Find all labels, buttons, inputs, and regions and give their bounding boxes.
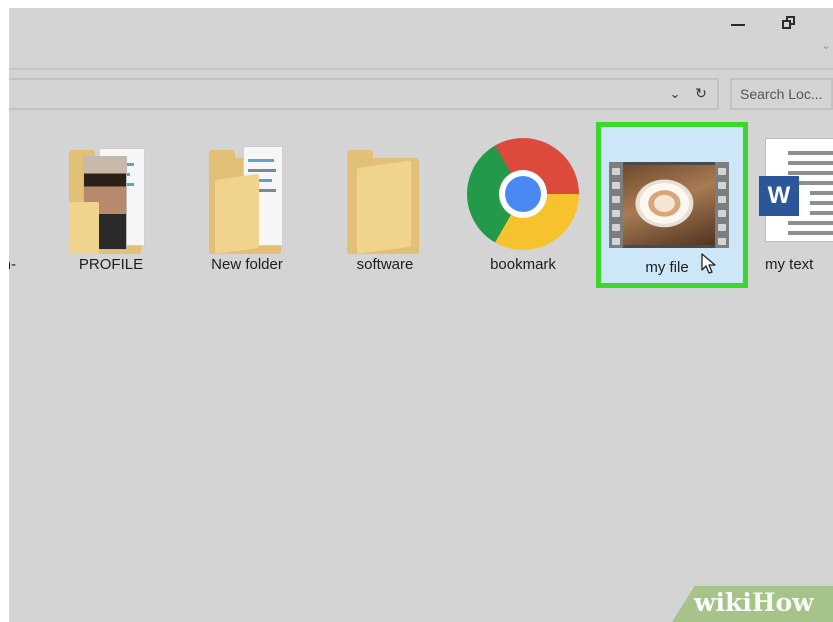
coffee-cup-image [623,165,715,245]
address-dropdown-icon[interactable]: ⌄ [665,86,685,104]
refresh-icon[interactable]: ↻ [691,85,711,105]
video-thumbnail-icon [609,162,729,248]
mouse-pointer-icon [701,253,716,274]
file-label: software [356,256,414,273]
document-item-my-text[interactable]: W my text [751,120,833,290]
divider [9,68,833,70]
watermark-wiki: wiki [694,588,752,617]
restore-button[interactable] [765,8,811,38]
chrome-icon [467,138,579,250]
folder-item-new-folder[interactable]: New folder [177,120,317,290]
file-label: bookmark [490,256,556,273]
wikihow-watermark: wikiHow [672,586,833,622]
video-item-my-file[interactable]: my file [596,122,748,288]
title-bar: ⌄ [9,8,833,64]
watermark-logo: wikiHow [694,588,814,617]
file-explorer-window: ⌄ ⌄ ↻ Search Loc... n- PROFILE [9,8,833,622]
file-label: New folder [211,256,283,273]
file-label: PROFILE [78,256,144,273]
folder-item-software[interactable]: software [315,120,455,290]
minimize-icon [731,24,745,26]
search-input[interactable]: Search Loc... [730,78,833,110]
restore-icon-front [782,20,791,29]
address-bar[interactable]: ⌄ ↻ [9,78,719,110]
file-label: my text [765,256,814,273]
folder-item-profile[interactable]: PROFILE [41,120,181,290]
ribbon-expand-chevron-icon[interactable]: ⌄ [821,38,831,52]
file-label: my file [645,259,689,276]
watermark-how: How [751,588,814,617]
word-logo-icon: W [759,176,799,216]
minimize-button[interactable] [717,8,763,38]
shortcut-item-bookmark[interactable]: bookmark [441,120,581,290]
